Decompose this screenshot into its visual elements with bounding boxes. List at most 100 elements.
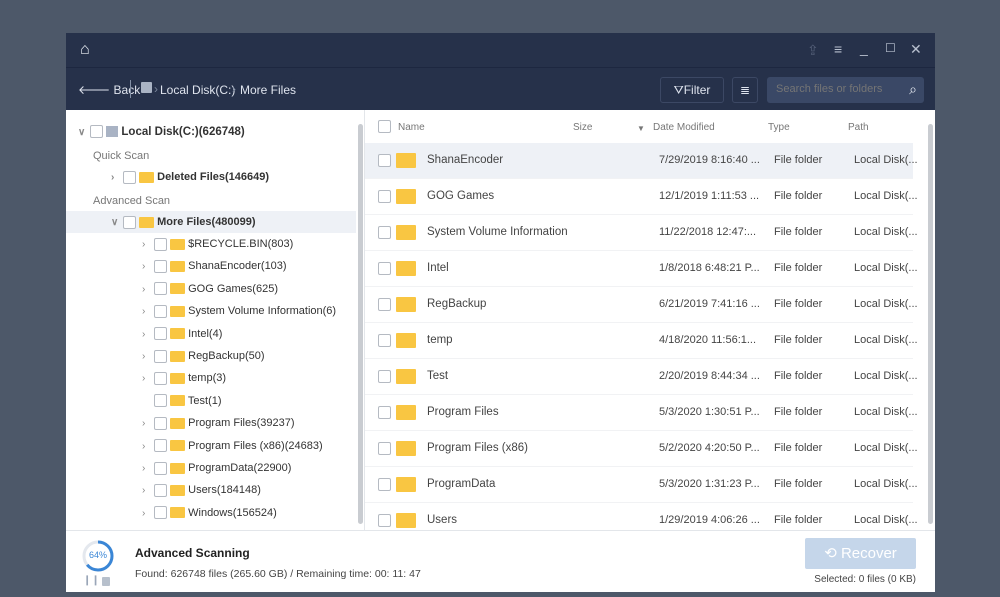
chevron-right-icon[interactable]: › xyxy=(142,301,154,323)
table-row[interactable]: temp 4/18/2020 11:56:1... File folder Lo… xyxy=(365,323,918,359)
checkbox[interactable] xyxy=(154,327,167,341)
chevron-right-icon[interactable]: › xyxy=(142,436,154,458)
chevron-right-icon[interactable]: › xyxy=(142,234,154,256)
chevron-right-icon[interactable]: › xyxy=(142,413,154,435)
checkbox[interactable] xyxy=(378,262,391,275)
search-box[interactable]: ⌕ xyxy=(767,77,924,103)
chevron-right-icon[interactable]: › xyxy=(142,503,154,525)
tree-label: GOG Games(625) xyxy=(188,282,278,295)
chevron-right-icon[interactable]: › xyxy=(142,324,154,346)
checkbox[interactable] xyxy=(154,349,167,363)
tree-item[interactable]: › Users(184148) xyxy=(142,479,261,501)
checkbox[interactable] xyxy=(154,237,167,251)
chevron-right-icon[interactable]: › xyxy=(111,167,123,189)
tree-item[interactable]: › Program Files(39237) xyxy=(142,412,295,434)
checkbox[interactable] xyxy=(154,282,167,296)
tree-item-more-files[interactable]: ∨ More Files(480099) xyxy=(66,211,356,233)
table-row[interactable]: Program Files 5/3/2020 1:30:51 P... File… xyxy=(365,395,918,431)
pause-icon[interactable]: ❙❙ xyxy=(83,575,100,586)
table-row[interactable]: RegBackup 6/21/2019 7:41:16 ... File fol… xyxy=(365,287,918,323)
column-size[interactable]: Size xyxy=(573,122,592,133)
checkbox[interactable] xyxy=(378,190,391,203)
checkbox[interactable] xyxy=(90,125,103,139)
chevron-right-icon[interactable]: › xyxy=(142,279,154,301)
chevron-down-icon[interactable]: ∨ xyxy=(78,122,90,144)
tree-item[interactable]: › Program Files (x86)(24683) xyxy=(142,435,323,457)
checkbox[interactable] xyxy=(378,226,391,239)
close-icon[interactable]: ✕ xyxy=(910,41,922,58)
column-type[interactable]: Type xyxy=(768,122,790,133)
tree-item[interactable]: › System Volume Information(6) xyxy=(142,300,336,322)
tree-item[interactable]: › GOG Games(625) xyxy=(142,278,278,300)
tree-item-deleted[interactable]: › Deleted Files(146649) xyxy=(111,166,269,188)
checkbox[interactable] xyxy=(378,370,391,383)
chevron-right-icon[interactable]: › xyxy=(142,368,154,390)
table-row[interactable]: Program Files (x86) 5/2/2020 4:20:50 P..… xyxy=(365,431,918,467)
chevron-right-icon[interactable]: › xyxy=(142,256,154,278)
checkbox[interactable] xyxy=(378,442,391,455)
checkbox[interactable] xyxy=(154,304,167,318)
checkbox[interactable] xyxy=(154,461,167,475)
tree-scrollbar[interactable] xyxy=(358,124,363,524)
filter-button[interactable]: ⛛Filter xyxy=(660,77,724,103)
checkbox[interactable] xyxy=(378,298,391,311)
column-path[interactable]: Path xyxy=(848,122,869,133)
menu-icon[interactable]: ≡ xyxy=(834,41,842,57)
view-toggle-button[interactable]: ≣ xyxy=(732,77,758,103)
checkbox[interactable] xyxy=(378,514,391,527)
checkbox[interactable] xyxy=(154,259,167,273)
checkbox[interactable] xyxy=(123,215,136,229)
checkbox[interactable] xyxy=(378,478,391,491)
app-window: ⌂ ⇪ ≡ _ ☐ ✕ 🡐 Back › Local Disk(C:) › Mo… xyxy=(66,33,935,592)
tree-item[interactable]: › ShanaEncoder(103) xyxy=(142,255,287,277)
chevron-right-icon[interactable]: › xyxy=(142,458,154,480)
list-scrollbar[interactable] xyxy=(928,124,933,524)
file-type: File folder xyxy=(774,298,823,310)
recover-button[interactable]: ⟲ Recover xyxy=(805,538,916,569)
select-all-checkbox[interactable] xyxy=(378,120,391,133)
search-input[interactable] xyxy=(776,83,896,95)
file-type: File folder xyxy=(774,442,823,454)
table-row[interactable]: Test 2/20/2019 8:44:34 ... File folder L… xyxy=(365,359,918,395)
column-date[interactable]: Date Modified xyxy=(653,122,715,133)
file-list: Name Size ▼ Date Modified Type Path Shan… xyxy=(365,110,935,530)
tree-item[interactable]: Test(1) xyxy=(142,390,222,412)
tree-item[interactable]: › temp(3) xyxy=(142,367,226,389)
table-row[interactable]: Intel 1/8/2018 6:48:21 P... File folder … xyxy=(365,251,918,287)
tree-item[interactable]: › RegBackup(50) xyxy=(142,345,265,367)
tree-root[interactable]: ∨ Local Disk(C:)(626748) xyxy=(78,121,245,143)
file-name: Intel xyxy=(427,262,449,274)
breadcrumb-more-files[interactable]: More Files xyxy=(240,83,296,97)
table-row[interactable]: ShanaEncoder 7/29/2019 8:16:40 ... File … xyxy=(365,143,918,179)
home-icon[interactable]: ⌂ xyxy=(80,41,90,59)
share-icon[interactable]: ⇪ xyxy=(807,42,819,59)
checkbox[interactable] xyxy=(378,334,391,347)
sort-desc-icon: ▼ xyxy=(637,124,645,133)
column-name[interactable]: Name xyxy=(398,122,425,133)
checkbox[interactable] xyxy=(154,439,167,453)
search-icon[interactable]: ⌕ xyxy=(909,81,917,98)
table-row[interactable]: Users 1/29/2019 4:06:26 ... File folder … xyxy=(365,503,918,530)
tree-item[interactable]: › Windows(156524) xyxy=(142,502,277,524)
table-row[interactable]: GOG Games 12/1/2019 1:11:53 ... File fol… xyxy=(365,179,918,215)
checkbox[interactable] xyxy=(154,394,167,408)
checkbox[interactable] xyxy=(154,506,167,520)
tree-item[interactable]: › ProgramData(22900) xyxy=(142,457,291,479)
chevron-down-icon[interactable]: ∨ xyxy=(111,212,123,234)
maximize-icon[interactable]: ☐ xyxy=(885,41,896,55)
checkbox[interactable] xyxy=(378,154,391,167)
stop-icon[interactable] xyxy=(102,577,110,586)
tree-item[interactable]: › Intel(4) xyxy=(142,323,222,345)
checkbox[interactable] xyxy=(123,170,136,184)
breadcrumb-disk[interactable]: Local Disk(C:) xyxy=(160,83,235,97)
chevron-right-icon[interactable]: › xyxy=(142,346,154,368)
minimize-icon[interactable]: _ xyxy=(860,40,868,56)
checkbox[interactable] xyxy=(154,416,167,430)
chevron-right-icon[interactable]: › xyxy=(142,480,154,502)
table-row[interactable]: System Volume Information 11/22/2018 12:… xyxy=(365,215,918,251)
tree-item[interactable]: › $RECYCLE.BIN(803) xyxy=(142,233,293,255)
checkbox[interactable] xyxy=(378,406,391,419)
table-row[interactable]: ProgramData 5/3/2020 1:31:23 P... File f… xyxy=(365,467,918,503)
checkbox[interactable] xyxy=(154,483,167,497)
checkbox[interactable] xyxy=(154,371,167,385)
